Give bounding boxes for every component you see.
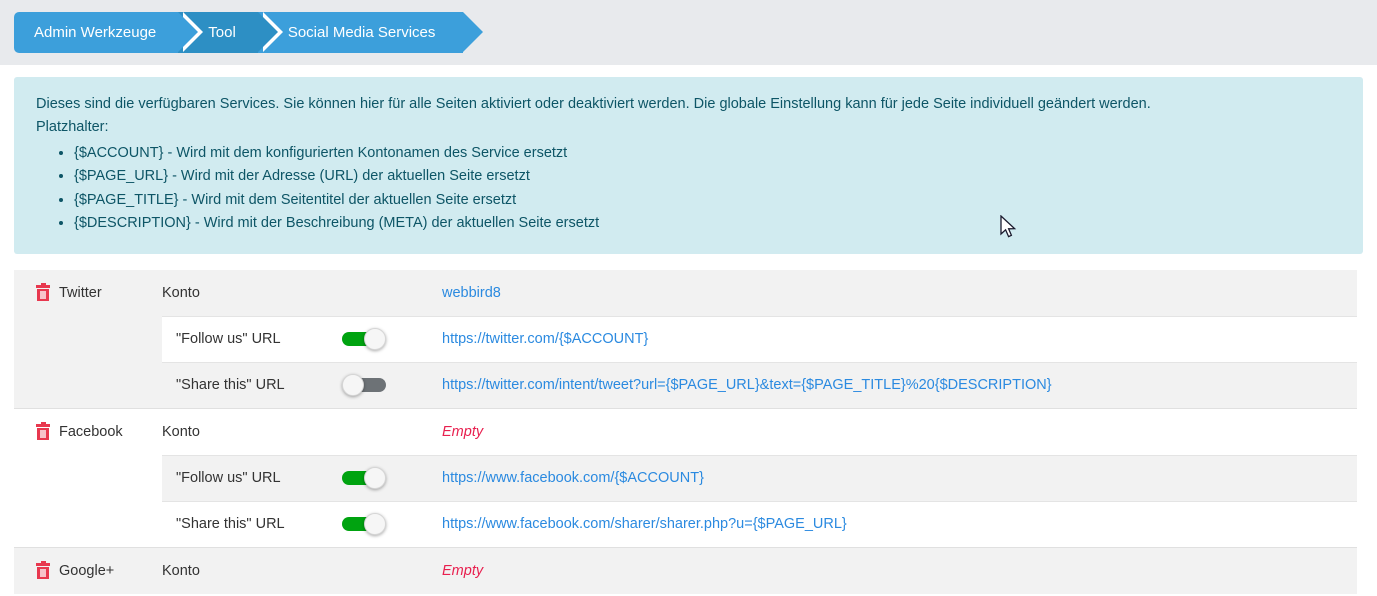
list-item: {$DESCRIPTION} - Wird mit der Beschreibu… — [74, 212, 1341, 235]
service-name-cell: Google+ — [14, 560, 162, 579]
table-row: "Share this" URL https://www.facebook.co… — [162, 500, 1357, 547]
follow-us-toggle[interactable] — [342, 328, 388, 351]
service-block-twitter: Twitter Konto webbird8 "Follow us" URL h… — [14, 269, 1357, 408]
table-row: "Share this" URL https://twitter.com/int… — [162, 361, 1357, 408]
follow-us-url-cell: https://www.facebook.com/{$ACCOUNT} — [442, 470, 1357, 487]
follow-us-label: "Follow us" URL — [176, 331, 281, 348]
follow-us-url-cell: https://twitter.com/{$ACCOUNT} — [442, 331, 1357, 348]
service-name-label: Twitter — [59, 284, 102, 301]
info-placeholder-list: {$ACCOUNT} - Wird mit dem konfigurierten… — [36, 142, 1341, 236]
trash-icon[interactable] — [36, 421, 50, 440]
service-block-google-plus: Google+ Konto Empty — [14, 547, 1357, 594]
share-this-url-cell: https://www.facebook.com/sharer/sharer.p… — [442, 516, 1357, 533]
account-label: Konto — [162, 284, 200, 301]
follow-us-toggle[interactable] — [342, 467, 388, 490]
breadcrumb-arrow-icon — [257, 12, 278, 52]
info-intro-text: Dieses sind die verfügbaren Services. Si… — [36, 96, 1151, 112]
table-row: "Follow us" URL https://twitter.com/{$AC… — [162, 315, 1357, 362]
account-label: Konto — [162, 562, 200, 579]
account-label: Konto — [162, 423, 200, 440]
share-this-toggle-cell — [342, 513, 442, 536]
breadcrumb-label: Admin Werkzeuge — [34, 24, 157, 41]
share-this-url[interactable]: https://www.facebook.com/sharer/sharer.p… — [442, 516, 847, 533]
share-this-url[interactable]: https://twitter.com/intent/tweet?url={$P… — [442, 377, 1052, 394]
table-row: Facebook Konto Empty — [14, 409, 1357, 455]
follow-us-toggle-cell — [342, 328, 442, 351]
breadcrumb-label: Social Media Services — [287, 24, 436, 41]
share-this-label: "Share this" URL — [176, 377, 285, 394]
share-this-toggle[interactable] — [342, 513, 388, 536]
list-item: {$ACCOUNT} - Wird mit dem konfigurierten… — [74, 142, 1341, 165]
service-name-cell: Twitter — [14, 282, 162, 301]
trash-icon[interactable] — [36, 560, 50, 579]
service-name-cell: Facebook — [14, 421, 162, 440]
follow-us-url[interactable]: https://www.facebook.com/{$ACCOUNT} — [442, 470, 704, 487]
page-header: Admin Werkzeuge Tool Social Media Servic… — [0, 0, 1377, 65]
account-value[interactable]: Empty — [442, 562, 484, 579]
list-item: {$PAGE_URL} - Wird mit der Adresse (URL)… — [74, 165, 1341, 188]
service-name-label: Facebook — [59, 423, 123, 440]
breadcrumb-item-social-media-services[interactable]: Social Media Services — [257, 12, 484, 53]
service-subrows: "Follow us" URL https://twitter.com/{$AC… — [162, 315, 1357, 408]
service-block-facebook: Facebook Konto Empty "Follow us" URL htt… — [14, 408, 1357, 547]
info-panel: Dieses sind die verfügbaren Services. Si… — [14, 77, 1363, 254]
account-value-cell: webbird8 — [442, 284, 1357, 301]
table-row: Twitter Konto webbird8 — [14, 270, 1357, 316]
account-value-cell: Empty — [442, 562, 1357, 579]
account-value[interactable]: webbird8 — [442, 284, 501, 301]
share-this-toggle[interactable] — [342, 374, 388, 397]
service-name-label: Google+ — [59, 562, 115, 579]
breadcrumb-item-admin-werkzeuge[interactable]: Admin Werkzeuge — [14, 12, 204, 53]
trash-icon[interactable] — [36, 282, 50, 301]
share-this-toggle-cell — [342, 374, 442, 397]
info-placeholders-heading: Platzhalter: — [36, 119, 109, 136]
list-item: {$PAGE_TITLE} - Wird mit dem Seitentitel… — [74, 189, 1341, 212]
breadcrumb-arrow-icon — [178, 12, 199, 52]
breadcrumb-label: Tool — [208, 24, 236, 41]
breadcrumb-arrow-icon — [463, 12, 484, 52]
breadcrumb: Admin Werkzeuge Tool Social Media Servic… — [14, 12, 484, 53]
table-row: Google+ Konto Empty — [14, 548, 1357, 594]
follow-us-toggle-cell — [342, 467, 442, 490]
table-row: "Follow us" URL https://www.facebook.com… — [162, 454, 1357, 501]
share-this-url-cell: https://twitter.com/intent/tweet?url={$P… — [442, 377, 1357, 394]
services-table: Twitter Konto webbird8 "Follow us" URL h… — [14, 269, 1357, 594]
service-subrows: "Follow us" URL https://www.facebook.com… — [162, 454, 1357, 547]
follow-us-label: "Follow us" URL — [176, 470, 281, 487]
account-value[interactable]: Empty — [442, 423, 484, 440]
follow-us-url[interactable]: https://twitter.com/{$ACCOUNT} — [442, 331, 649, 348]
account-value-cell: Empty — [442, 423, 1357, 440]
share-this-label: "Share this" URL — [176, 516, 285, 533]
